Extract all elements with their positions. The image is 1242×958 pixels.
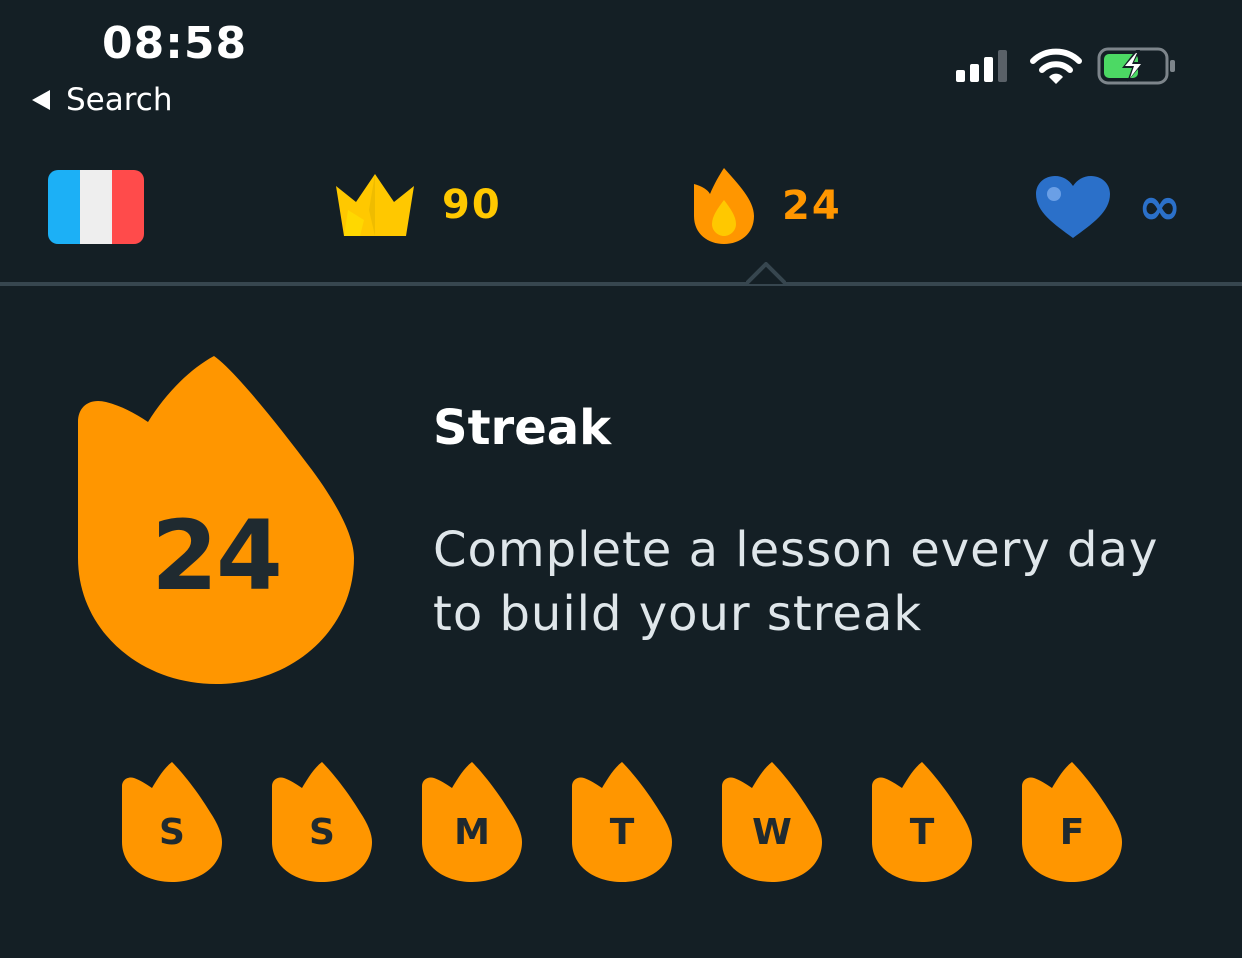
wifi-icon <box>1030 48 1082 84</box>
day-letter: T <box>609 812 635 853</box>
day-flame-friday: F <box>1020 760 1124 884</box>
day-letter: M <box>454 812 490 853</box>
day-letter: S <box>309 812 335 853</box>
day-flame-thursday: T <box>870 760 974 884</box>
day-letter: W <box>752 812 792 853</box>
france-flag-icon[interactable] <box>48 170 144 244</box>
day-letter: F <box>1059 812 1085 853</box>
day-letter: S <box>159 812 185 853</box>
back-arrow-icon <box>32 90 50 110</box>
day-flame-sunday: S <box>120 760 224 884</box>
day-letter: T <box>909 812 935 853</box>
back-link-label: Search <box>66 82 173 118</box>
hearts-counter[interactable]: ∞ <box>1034 174 1183 240</box>
streak-title: Streak <box>433 400 612 456</box>
streak-counter[interactable]: 24 <box>692 166 842 246</box>
crown-icon <box>336 174 414 236</box>
heart-icon <box>1036 176 1110 238</box>
flame-icon <box>694 168 754 244</box>
battery-charging-icon <box>1097 47 1175 85</box>
day-flame-wednesday: W <box>720 760 824 884</box>
popover-caret <box>746 262 786 286</box>
day-flame-tuesday: T <box>570 760 674 884</box>
back-to-search-link[interactable]: Search <box>32 82 173 118</box>
day-flame-monday: M <box>420 760 524 884</box>
streak-description: Complete a lesson every day to build you… <box>433 522 1159 642</box>
streak-count: 24 <box>151 500 283 612</box>
status-time: 08:58 <box>102 18 248 69</box>
topbar-divider <box>0 282 1242 286</box>
crowns-counter[interactable]: 90 <box>334 170 502 240</box>
day-flame-saturday: S <box>270 760 374 884</box>
hearts-value: ∞ <box>1138 177 1184 237</box>
crowns-value: 90 <box>442 182 502 228</box>
streak-value: 24 <box>782 183 842 229</box>
cellular-signal-icon <box>956 50 1007 82</box>
